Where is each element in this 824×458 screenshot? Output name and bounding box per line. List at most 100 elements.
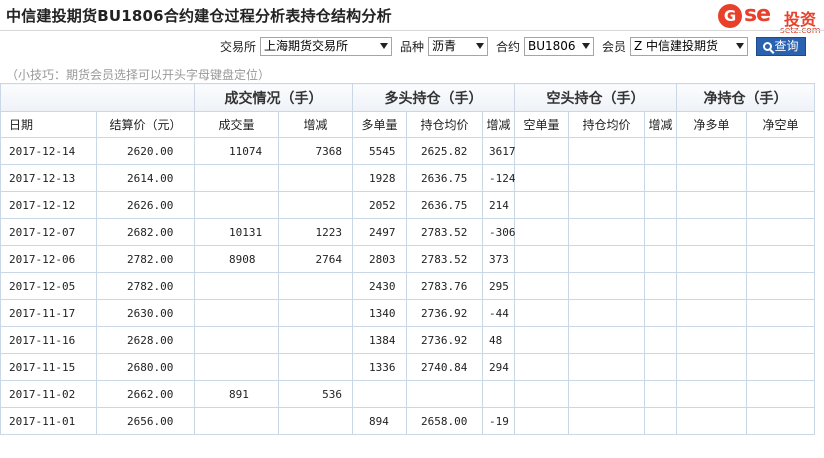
member-label: 会员 (601, 39, 626, 54)
cell-long-qty: 2497 (352, 218, 407, 246)
table-row: 2017-12-05 2782.00 2430 2783.76 295 (0, 272, 815, 300)
cell-volume (194, 272, 279, 300)
cell-long-avg: 2636.75 (406, 164, 483, 192)
cell-long-qty: 1928 (352, 164, 407, 192)
cell-long-qty: 5545 (352, 137, 407, 165)
cell-short-qty (514, 272, 569, 300)
cell-short-avg (568, 245, 645, 273)
cell-long-avg: 2736.92 (406, 299, 483, 327)
cell-volume-change (278, 164, 353, 192)
cell-short-change (644, 326, 677, 354)
cell-net-short (746, 245, 815, 273)
cell-long-change: 294 (482, 353, 515, 381)
cell-volume: 891 (194, 380, 279, 408)
cell-long-change (482, 380, 515, 408)
cell-net-long (676, 164, 747, 192)
col-long-avg: 持仓均价 (406, 111, 483, 138)
cell-short-qty (514, 380, 569, 408)
cell-long-avg: 2783.52 (406, 218, 483, 246)
cell-long-change: 295 (482, 272, 515, 300)
col-settle-price: 结算价（元） (96, 111, 195, 138)
cell-net-long (676, 326, 747, 354)
exchange-label: 交易所 (219, 39, 256, 54)
col-short-avg: 持仓均价 (568, 111, 645, 138)
table-group-header: 成交情况（手） 多头持仓（手） 空头持仓（手） 净持仓（手） (0, 83, 815, 112)
table-row: 2017-12-12 2626.00 2052 2636.75 214 (0, 191, 815, 219)
cell-long-change: -124 (482, 164, 516, 192)
cell-long-avg: 2736.92 (406, 326, 483, 354)
member-select[interactable]: Z 中信建投期货 (630, 36, 748, 56)
group-header-long: 多头持仓（手） (352, 83, 515, 112)
cell-volume (194, 164, 279, 192)
cell-settle-price: 2628.00 (96, 326, 195, 354)
table-row: 2017-11-15 2680.00 1336 2740.84 294 (0, 353, 815, 381)
table-column-header: 日期 结算价（元） 成交量 增减 多单量 持仓均价 增减 空单量 持仓均价 增减… (0, 111, 815, 138)
title-bar: 中信建投期货BU1806合约建仓过程分析表持仓结构分析 G se 投资 setz… (0, 0, 824, 36)
chevron-down-icon (581, 42, 590, 49)
group-header-volume: 成交情况（手） (194, 83, 353, 112)
cell-date: 2017-12-14 (0, 137, 97, 165)
cell-long-qty: 1384 (352, 326, 407, 354)
exchange-select[interactable]: 上海期货交易所 (259, 36, 392, 56)
title-divider (0, 30, 824, 31)
cell-short-avg (568, 353, 645, 381)
cell-short-avg (568, 272, 645, 300)
table-row: 2017-11-16 2628.00 1384 2736.92 48 (0, 326, 815, 354)
cell-net-long (676, 191, 747, 219)
chevron-down-icon (736, 42, 744, 49)
cell-long-avg: 2783.76 (406, 272, 483, 300)
cell-settle-price: 2614.00 (96, 164, 195, 192)
cell-short-qty (514, 164, 569, 192)
cell-long-avg: 2740.84 (406, 353, 483, 381)
cell-short-change (644, 407, 677, 435)
cell-date: 2017-12-13 (0, 164, 97, 192)
cell-settle-price: 2682.00 (96, 218, 195, 246)
table-row: 2017-12-06 2782.00 8908 2764 2803 2783.52 373 (0, 245, 815, 273)
hint-text: （小技巧：期货会员选择可以开头字母键盘定位） (6, 68, 271, 82)
cell-long-change: -44 (482, 299, 515, 327)
cell-volume-change: 536 (278, 380, 353, 408)
member-select-value: Z 中信建投期货 (634, 38, 719, 53)
col-long-qty: 多单量 (352, 111, 407, 138)
cell-short-change (644, 191, 677, 219)
cell-net-long (676, 245, 747, 273)
cell-short-qty (514, 407, 569, 435)
cell-short-qty (514, 299, 569, 327)
cell-net-long (676, 407, 747, 435)
cell-long-change: 3617 (482, 137, 516, 165)
table-body: 2017-12-14 2620.00 11074 7368 5545 2625.82 361… (0, 137, 815, 435)
cell-settle-price: 2782.00 (96, 245, 195, 273)
query-button[interactable]: 查询 (756, 36, 806, 56)
table-row: 2017-11-01 2656.00 894 2658.00 -19 (0, 407, 815, 435)
cell-long-avg: 2636.75 (406, 191, 483, 219)
cell-net-long (676, 218, 747, 246)
cell-date: 2017-11-01 (0, 407, 97, 435)
cell-short-qty (514, 218, 569, 246)
cell-long-qty: 1340 (352, 299, 407, 327)
table-row: 2017-12-07 2682.00 10131 1223 2497 2783.52 -30… (0, 218, 815, 246)
cell-long-change: 48 (482, 326, 515, 354)
cell-short-change (644, 380, 677, 408)
product-select[interactable]: 沥青 (427, 36, 488, 56)
contract-select[interactable]: BU1806 (523, 36, 594, 56)
cell-short-avg (568, 218, 645, 246)
cell-short-qty (514, 137, 569, 165)
cell-long-change: -306 (482, 218, 516, 246)
cell-net-short (746, 353, 815, 381)
cell-volume: 11074 (194, 137, 279, 165)
cell-net-short (746, 380, 815, 408)
cell-volume (194, 353, 279, 381)
cell-net-short (746, 164, 815, 192)
cell-long-avg: 2658.00 (406, 407, 483, 435)
position-table: 成交情况（手） 多头持仓（手） 空头持仓（手） 净持仓（手） 日期 结算价（元）… (0, 83, 815, 435)
cell-volume-change (278, 353, 353, 381)
search-icon (763, 41, 773, 51)
cell-volume (194, 299, 279, 327)
exchange-select-value: 上海期货交易所 (263, 38, 348, 53)
cell-short-change (644, 299, 677, 327)
cell-volume-change (278, 299, 353, 327)
product-select-value: 沥青 (431, 38, 456, 53)
cell-long-change: -19 (482, 407, 515, 435)
cell-short-avg (568, 380, 645, 408)
col-long-change: 增减 (482, 111, 515, 138)
